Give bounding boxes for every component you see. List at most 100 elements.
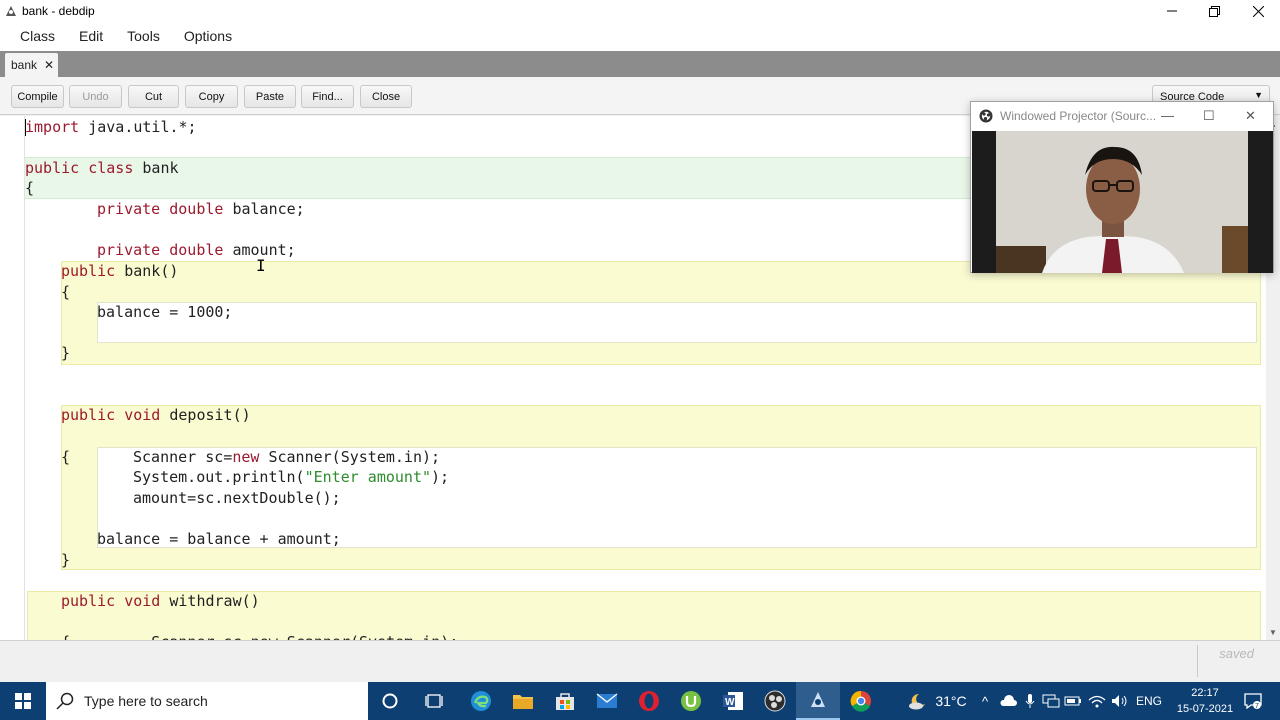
tab-label: bank <box>11 58 38 72</box>
projector-title: Windowed Projector (Sourc... <box>1000 109 1157 123</box>
code-line: import java.util.*; <box>25 117 197 137</box>
paste-button[interactable]: Paste <box>244 85 296 108</box>
taskbar-store[interactable] <box>544 682 586 720</box>
code-line: System.out.println("Enter amount"); <box>133 467 449 487</box>
task-view-button[interactable] <box>414 682 454 720</box>
battery-icon <box>1064 696 1081 706</box>
code-text: Scanner(System.in); <box>259 448 441 466</box>
code-line: balance = balance + amount; <box>97 530 341 548</box>
menu-tools[interactable]: Tools <box>117 22 170 51</box>
search-placeholder: Type here to search <box>84 693 208 709</box>
menu-options[interactable]: Options <box>174 22 242 51</box>
code-keyword: private double <box>97 200 224 218</box>
obs-taskbar-icon <box>764 690 786 712</box>
svg-text:W: W <box>725 697 735 708</box>
taskbar-chrome[interactable] <box>840 682 882 720</box>
obs-icon <box>979 109 993 123</box>
window-title: bank - debdip <box>22 4 95 18</box>
code-line: amount=sc.nextDouble(); <box>133 489 341 507</box>
projector-maximize-icon[interactable]: ☐ <box>1203 108 1215 124</box>
code-text: deposit() <box>160 406 251 424</box>
code-keyword: public void <box>61 592 161 610</box>
tray-chevron[interactable]: ^ <box>976 682 994 720</box>
title-bar: bank - debdip <box>0 0 1280 22</box>
taskbar-mail[interactable] <box>586 682 628 720</box>
tray-clock[interactable]: 22:17 15-07-2021 <box>1170 685 1240 717</box>
scroll-down-icon[interactable]: ▼ <box>1269 628 1277 637</box>
folder-icon <box>513 695 533 709</box>
tab-bank[interactable]: bank ✕ <box>5 53 58 77</box>
taskbar-utorrent[interactable] <box>670 682 712 720</box>
code-string: "Enter amount" <box>304 468 432 486</box>
taskbar-search[interactable]: Type here to search <box>46 682 368 720</box>
taskbar-edge[interactable] <box>460 682 502 720</box>
restore-button[interactable] <box>1192 0 1236 22</box>
taskbar-file-explorer[interactable] <box>502 682 544 720</box>
weather-temp[interactable]: 31°C <box>932 682 970 720</box>
code-keyword: private double <box>97 241 224 259</box>
find-button[interactable]: Find... <box>301 85 354 108</box>
line-gutter <box>0 116 25 640</box>
undo-button[interactable]: Undo <box>69 85 122 108</box>
close-button[interactable]: Close <box>360 85 412 108</box>
code-text: bank <box>133 159 179 177</box>
mail-icon <box>596 693 618 708</box>
edge-icon <box>471 691 491 711</box>
code-line: } <box>61 344 71 362</box>
ibeam-cursor-icon: I <box>256 256 266 275</box>
start-button[interactable] <box>0 682 46 720</box>
taskbar-word[interactable]: W <box>712 682 754 720</box>
code-line: public class bank <box>25 158 179 178</box>
compile-button[interactable]: Compile <box>11 85 64 108</box>
code-line: { <box>25 179 35 197</box>
microphone-icon <box>1025 694 1035 708</box>
close-window-button[interactable] <box>1236 0 1280 22</box>
code-line: public void withdraw() <box>61 591 260 611</box>
weather-moon-icon <box>909 693 925 710</box>
taskbar-bluej[interactable] <box>796 682 840 720</box>
cortana-icon <box>382 693 398 709</box>
code-text: Scanner sc= <box>133 448 233 466</box>
windowed-projector[interactable]: Windowed Projector (Sourc... — ☐ ✕ <box>970 101 1274 273</box>
tab-close-icon[interactable]: ✕ <box>44 58 54 72</box>
save-status: saved <box>1219 646 1254 661</box>
code-text: ); <box>431 468 450 486</box>
minimize-button[interactable] <box>1150 0 1194 22</box>
action-center-button[interactable]: 7 <box>1238 682 1268 720</box>
menu-edit[interactable]: Edit <box>69 22 113 51</box>
store-icon <box>556 693 574 710</box>
code-line: public bank() <box>61 261 178 281</box>
tray-mic[interactable] <box>1020 682 1040 720</box>
tray-language[interactable]: ENG <box>1134 682 1164 720</box>
tray-battery[interactable] <box>1062 682 1084 720</box>
copy-button[interactable]: Copy <box>185 85 238 108</box>
search-icon <box>56 692 74 710</box>
weather-button[interactable] <box>902 682 932 720</box>
code-line: { <box>61 283 71 301</box>
projector-close-icon[interactable]: ✕ <box>1245 108 1256 124</box>
task-view-icon <box>425 694 443 708</box>
windows-icon <box>15 693 31 709</box>
tray-network[interactable] <box>1040 682 1062 720</box>
status-divider <box>1197 645 1198 677</box>
tray-onedrive[interactable] <box>996 682 1020 720</box>
menu-class[interactable]: Class <box>10 22 65 51</box>
code-text: balance; <box>223 200 305 218</box>
code-text: System.out.println( <box>133 468 305 486</box>
taskbar-opera[interactable] <box>628 682 670 720</box>
opera-icon <box>639 691 659 711</box>
weather-temp-text: 31°C <box>935 693 967 709</box>
constructor-body-scope <box>97 302 1257 343</box>
taskbar-obs[interactable] <box>754 682 796 720</box>
code-text: withdraw() <box>160 592 260 610</box>
code-line-cut: { Scanner sc=new Scanner(System.in); <box>61 632 458 640</box>
cut-button[interactable]: Cut <box>128 85 179 108</box>
code-line: private double amount; <box>97 240 296 260</box>
chevron-up-icon: ^ <box>981 693 989 709</box>
tray-volume[interactable] <box>1108 682 1132 720</box>
code-line: public void deposit() <box>61 405 251 425</box>
projector-minimize-icon[interactable]: — <box>1161 108 1174 123</box>
code-keyword: public class <box>25 159 134 177</box>
cortana-button[interactable] <box>370 682 410 720</box>
tray-wifi[interactable] <box>1086 682 1108 720</box>
